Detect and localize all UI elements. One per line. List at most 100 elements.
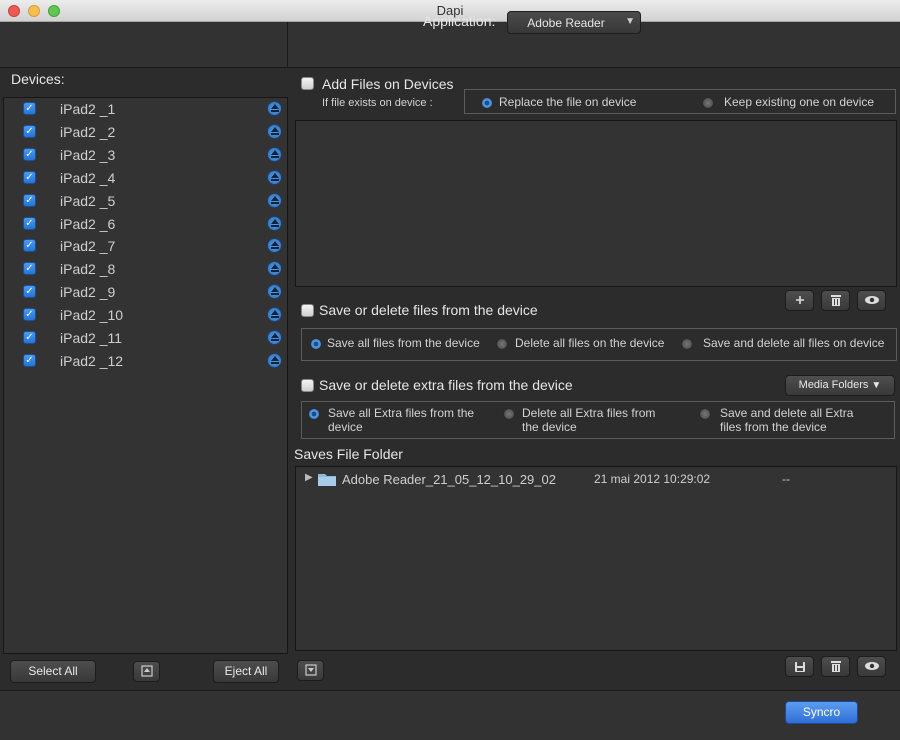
save-delete-options-box: Save all files from the device Delete al… <box>301 328 897 361</box>
header-divider <box>287 22 288 68</box>
device-name: iPad2 _2 <box>60 123 116 140</box>
eject-icon[interactable] <box>267 169 282 185</box>
minimize-window-button[interactable] <box>28 5 40 17</box>
table-row[interactable]: ▶ Adobe Reader_21_05_12_10_29_02 21 mai … <box>296 470 896 488</box>
disclosure-triangle-icon[interactable]: ▶ <box>305 472 313 483</box>
device-checkbox[interactable]: ✓ <box>23 331 36 344</box>
folder-icon <box>318 474 336 486</box>
extra-files-title: Save or delete extra files from the devi… <box>319 377 573 393</box>
files-to-add-list[interactable] <box>295 120 897 287</box>
save-delete-title: Save or delete files from the device <box>319 302 538 318</box>
device-row[interactable]: ✓ iPad2 _10 <box>4 304 287 327</box>
folder-name: Adobe Reader_21_05_12_10_29_02 <box>342 472 556 487</box>
device-checkbox[interactable]: ✓ <box>23 147 36 161</box>
device-list[interactable]: ✓ iPad2 _1 ✓ iPad2 _2 ✓ iPad2 _3 ✓ iPad2 _4 ✓ iPa… <box>3 97 288 654</box>
device-checkbox[interactable]: ✓ <box>23 124 36 138</box>
trash-icon <box>830 295 841 306</box>
device-name: iPad2 _10 <box>60 307 124 324</box>
syncro-button[interactable]: Syncro <box>785 701 858 724</box>
device-checkbox[interactable]: ✓ <box>23 285 36 299</box>
select-all-button[interactable]: Select All <box>10 660 96 683</box>
save-all-extra-radio[interactable] <box>308 408 320 420</box>
device-row[interactable]: ✓ iPad2 _11 <box>4 327 287 350</box>
devices-label: Devices: <box>11 71 65 87</box>
delete-all-extra-label: Delete all Extra files from the device <box>522 406 656 434</box>
device-checkbox[interactable]: ✓ <box>23 216 36 230</box>
collapse-panel-button[interactable] <box>297 660 324 681</box>
plus-icon <box>795 296 804 304</box>
if-exists-label: If file exists on device : <box>322 97 433 109</box>
device-name: iPad2 _11 <box>60 330 123 346</box>
device-name: iPad2 _6 <box>60 215 116 232</box>
add-file-button[interactable] <box>785 290 814 311</box>
application-select[interactable]: Adobe Reader ▼ <box>507 11 641 34</box>
device-row[interactable]: ✓ iPad2 _9 <box>4 281 287 304</box>
device-name: iPad2 _12 <box>60 352 124 369</box>
delete-all-extra-radio[interactable] <box>503 408 515 420</box>
eject-icon[interactable] <box>267 215 282 231</box>
save-all-files-label: Save all files from the device <box>327 336 480 350</box>
chevron-down-icon: ▼ <box>625 16 635 27</box>
zoom-window-button[interactable] <box>48 5 60 17</box>
eject-selected-button[interactable] <box>133 661 160 682</box>
eject-icon[interactable] <box>267 123 282 139</box>
save-and-delete-all-radio[interactable] <box>681 338 693 350</box>
chevron-down-icon <box>304 664 317 676</box>
device-name: iPad2 _7 <box>60 238 116 255</box>
device-name: iPad2 _9 <box>60 284 116 301</box>
add-files-checkbox[interactable] <box>301 77 314 90</box>
replace-file-radio[interactable] <box>481 97 493 109</box>
eject-icon[interactable] <box>267 352 282 368</box>
save-delete-checkbox[interactable] <box>301 304 314 317</box>
bottom-bar <box>0 690 900 740</box>
device-checkbox[interactable]: ✓ <box>23 262 36 276</box>
device-row[interactable]: ✓ iPad2 _12 <box>4 350 287 373</box>
preview-folder-button[interactable] <box>857 656 886 677</box>
device-row[interactable]: ✓ iPad2 _4 <box>4 167 287 190</box>
replace-file-label: Replace the file on device <box>499 95 637 109</box>
extra-files-checkbox[interactable] <box>301 379 314 392</box>
save-folder-button[interactable] <box>785 656 814 677</box>
device-checkbox[interactable]: ✓ <box>23 239 36 253</box>
delete-folder-button[interactable] <box>821 656 850 677</box>
save-all-files-radio[interactable] <box>310 338 322 350</box>
device-row[interactable]: ✓ iPad2 _3 <box>4 144 287 167</box>
media-folders-select[interactable]: Media Folders ▼ <box>785 375 895 396</box>
device-checkbox[interactable]: ✓ <box>23 353 36 367</box>
extra-options-box: Save all Extra files from the device Dele… <box>301 401 895 439</box>
eject-icon[interactable] <box>267 101 282 116</box>
saves-folder-list[interactable]: ▶ Adobe Reader_21_05_12_10_29_02 21 mai … <box>295 466 897 651</box>
delete-all-files-radio[interactable] <box>496 338 508 350</box>
save-delete-extra-label: Save and delete all Extra files from the … <box>720 406 854 434</box>
eject-all-button[interactable]: Eject All <box>213 660 279 683</box>
device-row[interactable]: ✓ iPad2 _2 <box>4 121 287 144</box>
preview-file-button[interactable] <box>857 290 886 311</box>
eject-icon[interactable] <box>267 261 282 277</box>
if-exists-options-box: Replace the file on device Keep existing… <box>464 89 896 114</box>
eye-icon <box>864 662 879 670</box>
device-row[interactable]: ✓ iPad2 _1 <box>4 98 287 121</box>
eject-icon[interactable] <box>267 192 282 208</box>
device-checkbox[interactable]: ✓ <box>23 193 36 207</box>
device-name: iPad2 _3 <box>60 146 116 163</box>
keep-existing-radio[interactable] <box>702 97 714 109</box>
device-name: iPad2 _1 <box>60 101 116 117</box>
eject-icon[interactable] <box>267 238 282 254</box>
device-checkbox[interactable]: ✓ <box>23 170 36 184</box>
device-row[interactable]: ✓ iPad2 _7 <box>4 235 287 258</box>
eject-icon[interactable] <box>267 284 282 300</box>
eject-icon[interactable] <box>267 307 282 323</box>
eject-icon[interactable] <box>267 146 282 162</box>
device-checkbox[interactable]: ✓ <box>23 102 36 115</box>
device-checkbox[interactable]: ✓ <box>23 308 36 322</box>
remove-file-button[interactable] <box>821 290 850 311</box>
device-row[interactable]: ✓ iPad2 _8 <box>4 258 287 281</box>
device-row[interactable]: ✓ iPad2 _6 <box>4 213 287 236</box>
keep-existing-label: Keep existing one on device <box>724 95 875 109</box>
close-window-button[interactable] <box>8 5 20 17</box>
save-and-delete-all-label: Save and delete all files on device <box>703 336 885 350</box>
device-name: iPad2 _5 <box>60 192 116 209</box>
eject-icon[interactable] <box>267 330 282 345</box>
device-row[interactable]: ✓ iPad2 _5 <box>4 190 287 213</box>
save-delete-extra-radio[interactable] <box>699 408 711 420</box>
